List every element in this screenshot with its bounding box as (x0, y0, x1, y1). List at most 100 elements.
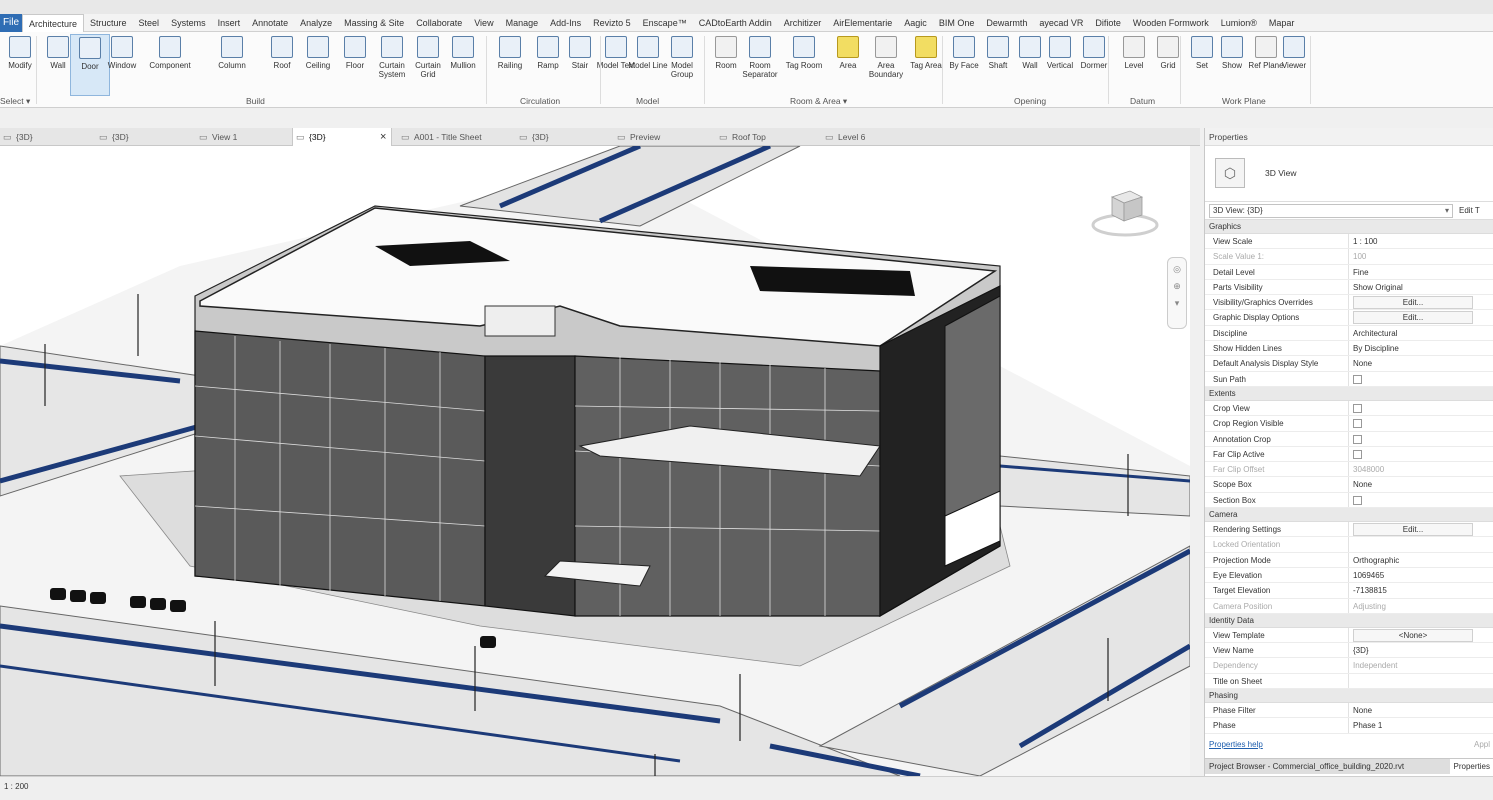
property-value[interactable]: {3D} (1349, 643, 1493, 657)
property-value[interactable]: Architectural (1349, 326, 1493, 340)
ribbon-tab-wooden-formwork[interactable]: Wooden Formwork (1127, 14, 1215, 32)
property-group-header[interactable]: Identity Data (1205, 613, 1493, 628)
palette-tab-1[interactable]: Properties (1449, 759, 1493, 775)
property-value[interactable]: -7138815 (1349, 583, 1493, 597)
ribbon-tab-architecture[interactable]: Architecture (22, 13, 85, 32)
view-tab-3[interactable]: {3D} (292, 128, 392, 146)
ribbon-tab-annotate[interactable]: Annotate (246, 14, 294, 32)
property-value[interactable]: None (1349, 356, 1493, 370)
view-tab-8[interactable]: Level 6 (822, 128, 912, 146)
property-checkbox[interactable] (1353, 419, 1362, 429)
property-value[interactable]: Fine (1349, 265, 1493, 279)
ribbon-tool-21-area[interactable]: Area (828, 34, 868, 96)
ribbon-tab-systems[interactable]: Systems (165, 14, 212, 32)
property-value[interactable]: Show Original (1349, 280, 1493, 294)
property-group-header[interactable]: Camera (1205, 508, 1493, 523)
property-value[interactable]: By Discipline (1349, 341, 1493, 355)
ribbon-tab-airelementarie[interactable]: AirElementarie (827, 14, 898, 32)
property-group-header[interactable]: Graphics (1205, 220, 1493, 234)
property-value[interactable] (1349, 674, 1493, 688)
ribbon-tab-lumion-[interactable]: Lumion® (1215, 14, 1263, 32)
zoom-dropdown-icon[interactable]: ▾ (1168, 298, 1186, 309)
ribbon-tab-enscape-[interactable]: Enscape™ (637, 14, 693, 32)
ribbon-tab-bim-one[interactable]: BIM One (933, 14, 981, 32)
property-checkbox[interactable] (1353, 449, 1362, 459)
ribbon-tool-8-floor[interactable]: Floor (335, 34, 375, 96)
ribbon-tab-insert[interactable]: Insert (212, 14, 247, 32)
property-value[interactable]: None (1349, 477, 1493, 491)
ribbon-tool-20-tag-room[interactable]: Tag Room (784, 34, 824, 96)
property-edit-button[interactable]: Edit... (1353, 311, 1473, 325)
ribbon-tab-dewarmth[interactable]: Dewarmth (980, 14, 1033, 32)
view-tab-4[interactable]: A001 - Title Sheet (398, 128, 508, 146)
instance-selector-dropdown[interactable]: 3D View: {3D} (1209, 203, 1453, 218)
steering-wheel-icon[interactable]: ◎ (1168, 264, 1186, 275)
ribbon-tool-11-mullion[interactable]: Mullion (443, 34, 483, 96)
ribbon-tool-3-window[interactable]: Window (102, 34, 142, 96)
view-tab-7[interactable]: Roof Top (716, 128, 816, 146)
property-value[interactable]: 1069465 (1349, 568, 1493, 582)
zoom-icon[interactable]: ⊕ (1168, 281, 1186, 292)
navigation-bar[interactable]: ◎ ⊕ ▾ (1167, 257, 1187, 329)
ribbon-tab-cadtoearth-addin[interactable]: CADtoEarth Addin (693, 14, 778, 32)
view-tab-1[interactable]: {3D} (96, 128, 192, 146)
property-edit-button[interactable]: <None> (1353, 628, 1473, 642)
edit-type-button[interactable]: Edit T (1459, 206, 1480, 215)
ribbon-tool-22-area-boundary[interactable]: Area Boundary (866, 34, 906, 96)
ribbon-tool-34-viewer[interactable]: Viewer (1274, 34, 1314, 96)
apply-button[interactable]: Appl (1474, 740, 1490, 749)
ribbon-panel-label-4[interactable]: Room & Area ▾ (790, 96, 847, 107)
3d-view-canvas[interactable] (0, 146, 1190, 776)
property-checkbox[interactable] (1353, 434, 1362, 444)
ribbon-tab-manage[interactable]: Manage (500, 14, 545, 32)
ribbon-tool-0-modify[interactable]: Modify (0, 34, 40, 96)
property-value[interactable]: None (1349, 703, 1493, 717)
ribbon-tab-collaborate[interactable]: Collaborate (410, 14, 468, 32)
ribbon-panel-label-0[interactable]: Select ▾ (0, 96, 30, 107)
view-tab-6[interactable]: Preview (614, 128, 712, 146)
ribbon-tool-23-tag-area[interactable]: Tag Area (906, 34, 946, 96)
property-edit-button[interactable]: Edit... (1353, 296, 1473, 310)
close-tab-icon[interactable]: × (380, 128, 386, 146)
property-checkbox[interactable] (1353, 374, 1362, 384)
ribbon-tool-17-model-group[interactable]: Model Group (662, 34, 702, 96)
ribbon-tool-10-curtain-grid[interactable]: Curtain Grid (408, 34, 448, 96)
ribbon-tab-view[interactable]: View (468, 14, 499, 32)
view-tab-5[interactable]: {3D} (516, 128, 610, 146)
property-edit-button[interactable]: Edit... (1353, 523, 1473, 537)
ribbon-tool-12-railing[interactable]: Railing (490, 34, 530, 96)
property-value[interactable]: Orthographic (1349, 553, 1493, 567)
view-scale-control[interactable]: 1 : 200 (4, 782, 28, 791)
view-tab-2[interactable]: View 1 (196, 128, 288, 146)
ribbon-tab-revizto-5[interactable]: Revizto 5 (587, 14, 637, 32)
ribbon-tab-steel[interactable]: Steel (133, 14, 166, 32)
ribbon-tool-9-curtain-system[interactable]: Curtain System (372, 34, 412, 96)
ribbon-tab-architizer[interactable]: Architizer (778, 14, 828, 32)
ribbon-tool-5-column[interactable]: Column (212, 34, 252, 96)
ribbon-tool-19-room-separator[interactable]: Room Separator (740, 34, 780, 96)
ribbon-tab-analyze[interactable]: Analyze (294, 14, 338, 32)
ribbon-tab-structure[interactable]: Structure (84, 14, 133, 32)
property-group-header[interactable]: Phasing (1205, 689, 1493, 704)
file-menu-button[interactable]: File (0, 13, 22, 32)
properties-help-link[interactable]: Properties help (1209, 740, 1263, 749)
palette-tab-0[interactable]: Project Browser - Commercial_office_buil… (1205, 759, 1450, 775)
property-value[interactable]: Phase 1 (1349, 718, 1493, 732)
property-value[interactable]: 1 : 100 (1349, 234, 1493, 248)
ribbon-tab-difiote[interactable]: Difiote (1089, 14, 1127, 32)
view-tab-0[interactable]: {3D} (0, 128, 92, 146)
floor-icon (344, 36, 366, 58)
property-checkbox[interactable] (1353, 495, 1362, 505)
ribbon-tab-massing-site[interactable]: Massing & Site (338, 14, 410, 32)
ribbon-tool-6-roof[interactable]: Roof (262, 34, 302, 96)
ribbon-tool-14-stair[interactable]: Stair (560, 34, 600, 96)
ribbon-tab-ayecad-vr[interactable]: ayecad VR (1033, 14, 1089, 32)
ribbon-tool-7-ceiling[interactable]: Ceiling (298, 34, 338, 96)
ribbon-tab-add-ins[interactable]: Add-Ins (544, 14, 587, 32)
property-group-header[interactable]: Extents (1205, 386, 1493, 401)
ribbon-tool-4-component[interactable]: Component (149, 34, 191, 96)
viewcube-widget[interactable] (1090, 183, 1160, 238)
ribbon-tab-mapar[interactable]: Mapar (1263, 14, 1301, 32)
property-checkbox[interactable] (1353, 403, 1362, 413)
ribbon-tab-aagic[interactable]: Aagic (898, 14, 933, 32)
